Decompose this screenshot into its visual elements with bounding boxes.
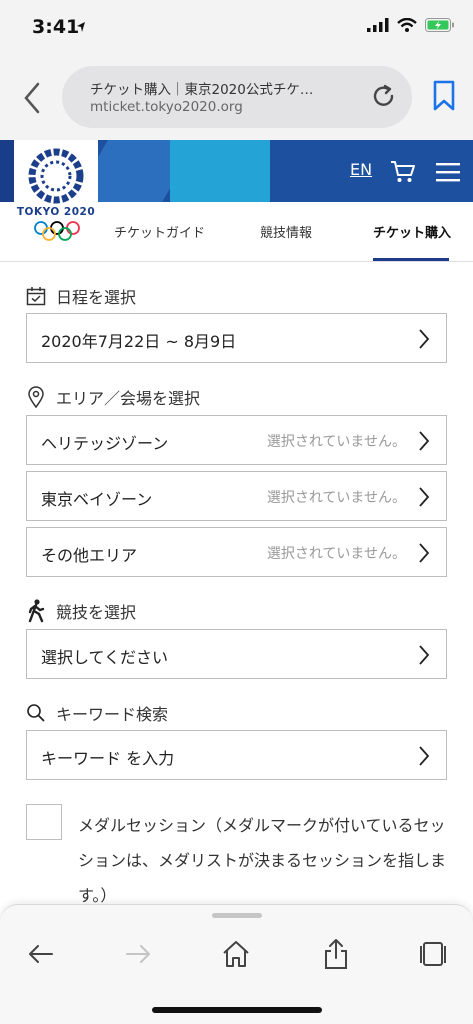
tab-sport-info[interactable]: 競技情報 bbox=[260, 222, 312, 241]
medal-session-label: メダルセッション（メダルマークが付いているセッションは、メダリストが決まるセッシ… bbox=[78, 816, 447, 905]
chevron-right-icon bbox=[419, 487, 430, 507]
tokyo2020-logo[interactable]: TOKYO 2020 bbox=[14, 140, 98, 252]
back-arrow-icon[interactable] bbox=[24, 937, 58, 971]
chevron-right-icon bbox=[419, 431, 430, 451]
chevron-right-icon bbox=[419, 645, 430, 665]
tab-ticket-guide[interactable]: チケットガイド bbox=[114, 222, 205, 241]
area-status: 選択されていません。 bbox=[266, 434, 406, 450]
sport-label-text: 競技を選択 bbox=[56, 603, 137, 622]
keyword-label-text: キーワード検索 bbox=[56, 705, 169, 724]
olympic-rings-icon bbox=[34, 221, 80, 241]
toolbar-grabber[interactable] bbox=[212, 913, 262, 918]
location-pin-icon bbox=[28, 386, 44, 408]
sport-select[interactable]: 選択してください bbox=[26, 629, 447, 679]
keyword-input[interactable]: キーワード を入力 bbox=[26, 730, 447, 780]
date-label-text: 日程を選択 bbox=[56, 288, 137, 307]
site-header: EN TOKYO 2020 チケットガイド 競技情報 チケット購入 bbox=[0, 140, 473, 262]
hamburger-menu-icon[interactable] bbox=[436, 162, 460, 182]
home-icon[interactable] bbox=[219, 937, 253, 971]
logo-text: TOKYO 2020 bbox=[16, 206, 96, 218]
signal-icon bbox=[367, 18, 389, 32]
date-range-value: 2020年7月22日 ~ 8月9日 bbox=[41, 332, 237, 351]
bookmark-icon[interactable] bbox=[431, 80, 457, 112]
keyword-input-value: キーワード を入力 bbox=[41, 749, 175, 768]
back-chevron-icon[interactable] bbox=[18, 78, 48, 118]
cart-icon[interactable] bbox=[390, 158, 416, 184]
active-tab-indicator bbox=[373, 258, 449, 261]
location-arrow-icon bbox=[77, 22, 85, 32]
share-icon[interactable] bbox=[319, 937, 353, 971]
language-switch[interactable]: EN bbox=[350, 160, 372, 179]
calendar-icon bbox=[26, 287, 46, 306]
tab-ticket-purchase[interactable]: チケット購入 bbox=[373, 222, 451, 241]
area-section-label: エリア／会場を選択 bbox=[26, 385, 200, 409]
area-name: 東京ベイゾーン bbox=[41, 490, 153, 509]
area-other[interactable]: その他エリア 選択されていません。 bbox=[26, 527, 447, 577]
forward-arrow-icon[interactable] bbox=[121, 937, 155, 971]
area-name: ヘリテッジゾーン bbox=[41, 434, 169, 453]
status-bar: 3:41 bbox=[0, 0, 473, 58]
emblem-icon bbox=[28, 148, 84, 204]
browser-bottom-toolbar bbox=[0, 904, 473, 1024]
walking-person-icon bbox=[28, 599, 45, 623]
chevron-right-icon bbox=[419, 746, 430, 766]
medal-session-checkbox[interactable] bbox=[26, 804, 62, 840]
site-tabs: チケットガイド 競技情報 チケット購入 bbox=[98, 202, 473, 262]
address-bar[interactable]: チケット購入｜東京2020公式チケ… mticket.tokyo2020.org bbox=[62, 66, 412, 128]
search-icon bbox=[27, 704, 45, 722]
area-status: 選択されていません。 bbox=[266, 490, 406, 506]
area-tokyo-bay-zone[interactable]: 東京ベイゾーン 選択されていません。 bbox=[26, 471, 447, 521]
chevron-right-icon bbox=[419, 543, 430, 563]
date-section-label: 日程を選択 bbox=[26, 284, 136, 308]
status-time: 3:41 bbox=[32, 16, 80, 38]
page-host: mticket.tokyo2020.org bbox=[90, 99, 243, 115]
sport-section-label: 競技を選択 bbox=[26, 599, 136, 623]
battery-icon bbox=[425, 18, 454, 32]
sport-select-value: 選択してください bbox=[41, 648, 169, 667]
date-range-select[interactable]: 2020年7月22日 ~ 8月9日 bbox=[26, 313, 447, 363]
area-status: 選択されていません。 bbox=[266, 546, 406, 562]
chevron-right-icon bbox=[419, 329, 430, 349]
home-indicator bbox=[152, 1007, 322, 1013]
page-title: チケット購入｜東京2020公式チケ… bbox=[90, 82, 314, 98]
reload-icon[interactable] bbox=[370, 83, 398, 111]
keyword-section-label: キーワード検索 bbox=[26, 701, 168, 725]
area-name: その他エリア bbox=[41, 546, 138, 565]
area-heritage-zone[interactable]: ヘリテッジゾーン 選択されていません。 bbox=[26, 415, 447, 465]
tabs-icon[interactable] bbox=[416, 937, 450, 971]
wifi-icon bbox=[397, 18, 417, 32]
browser-toolbar: チケット購入｜東京2020公式チケ… mticket.tokyo2020.org bbox=[0, 58, 473, 140]
area-label-text: エリア／会場を選択 bbox=[56, 389, 201, 408]
